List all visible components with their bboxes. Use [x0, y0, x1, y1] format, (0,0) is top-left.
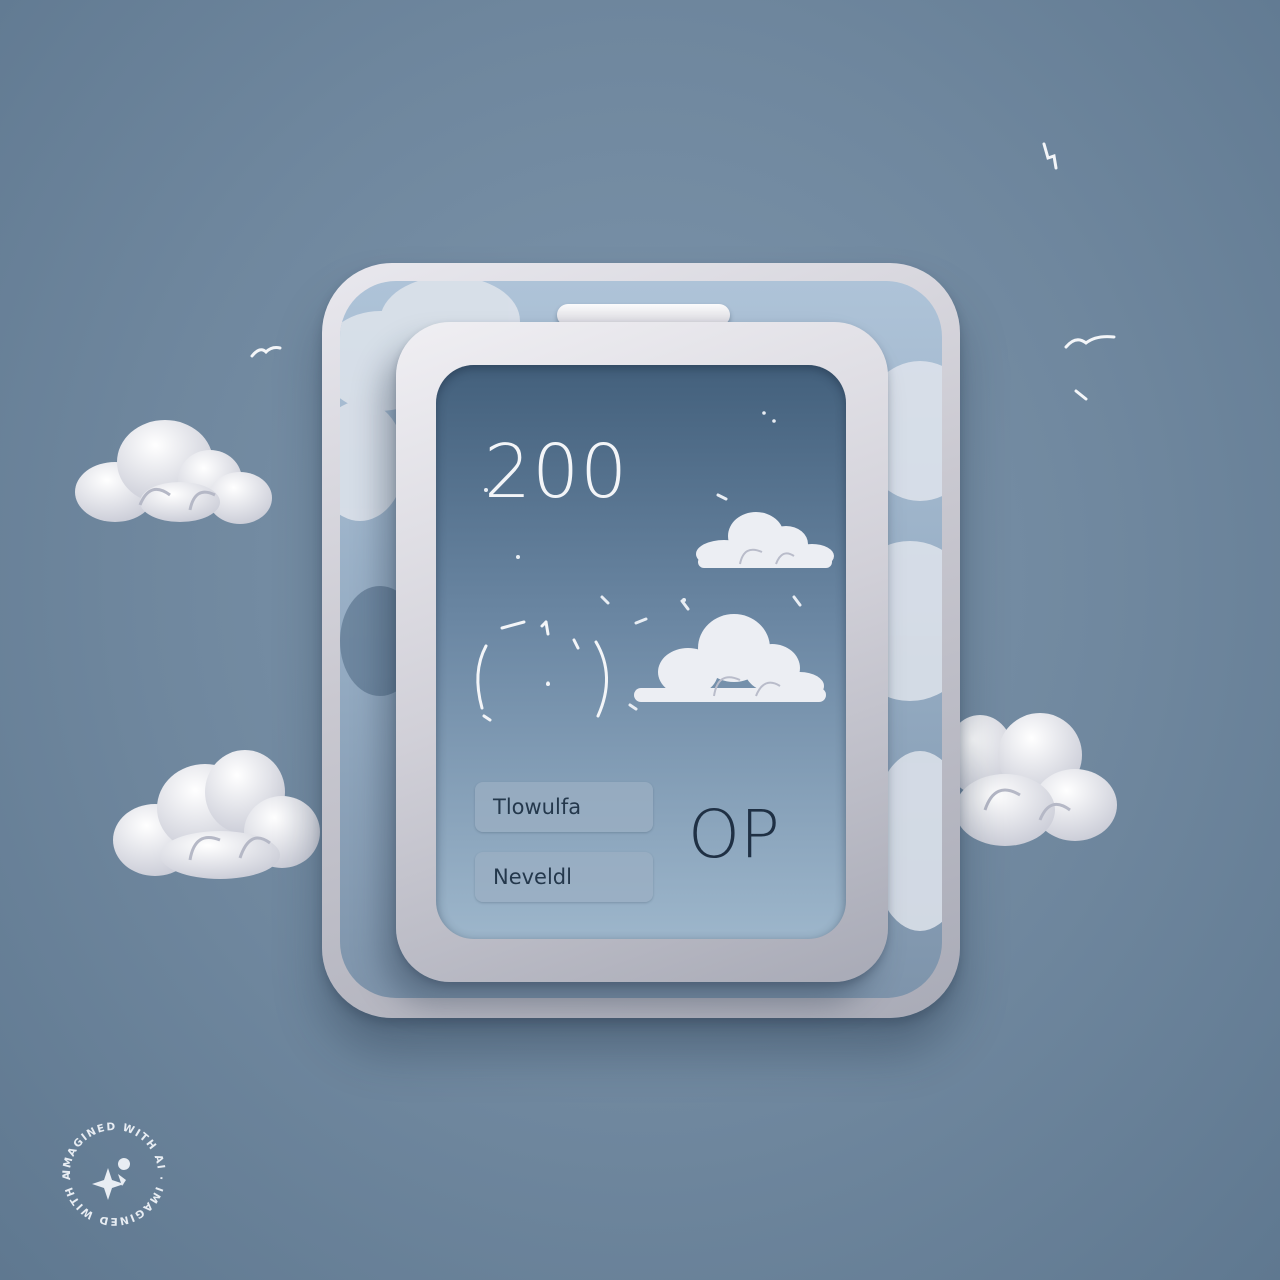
- bird-icon: [1064, 333, 1116, 355]
- temperature-reading: 200: [484, 429, 629, 515]
- cloud-icon: [694, 508, 836, 570]
- mode-chip-1[interactable]: Tlowulfa: [475, 782, 653, 832]
- watermark-text: IMAGINED WITH AI · IMAGINED WITH AI ·: [55, 1109, 165, 1227]
- side-value: OP: [688, 796, 780, 873]
- cloud-left-bottom: [110, 740, 325, 885]
- gauge-dial: [466, 612, 626, 722]
- bird-icon: [250, 343, 282, 362]
- spark-icon: [1040, 140, 1060, 176]
- spark-icon: [1074, 386, 1088, 405]
- watermark-badge: IMAGINED WITH AI · IMAGINED WITH AI ·: [55, 1109, 170, 1230]
- cloud-right: [945, 695, 1125, 855]
- mode-chip-2[interactable]: Neveldl: [475, 852, 653, 902]
- svg-text:IMAGINED WITH AI · IMAGINED WI: IMAGINED WITH AI · IMAGINED WITH AI ·: [58, 1118, 167, 1227]
- cloud-icon: [630, 612, 828, 704]
- cloud-left-top: [70, 410, 275, 525]
- sparkle-icon: [92, 1158, 130, 1200]
